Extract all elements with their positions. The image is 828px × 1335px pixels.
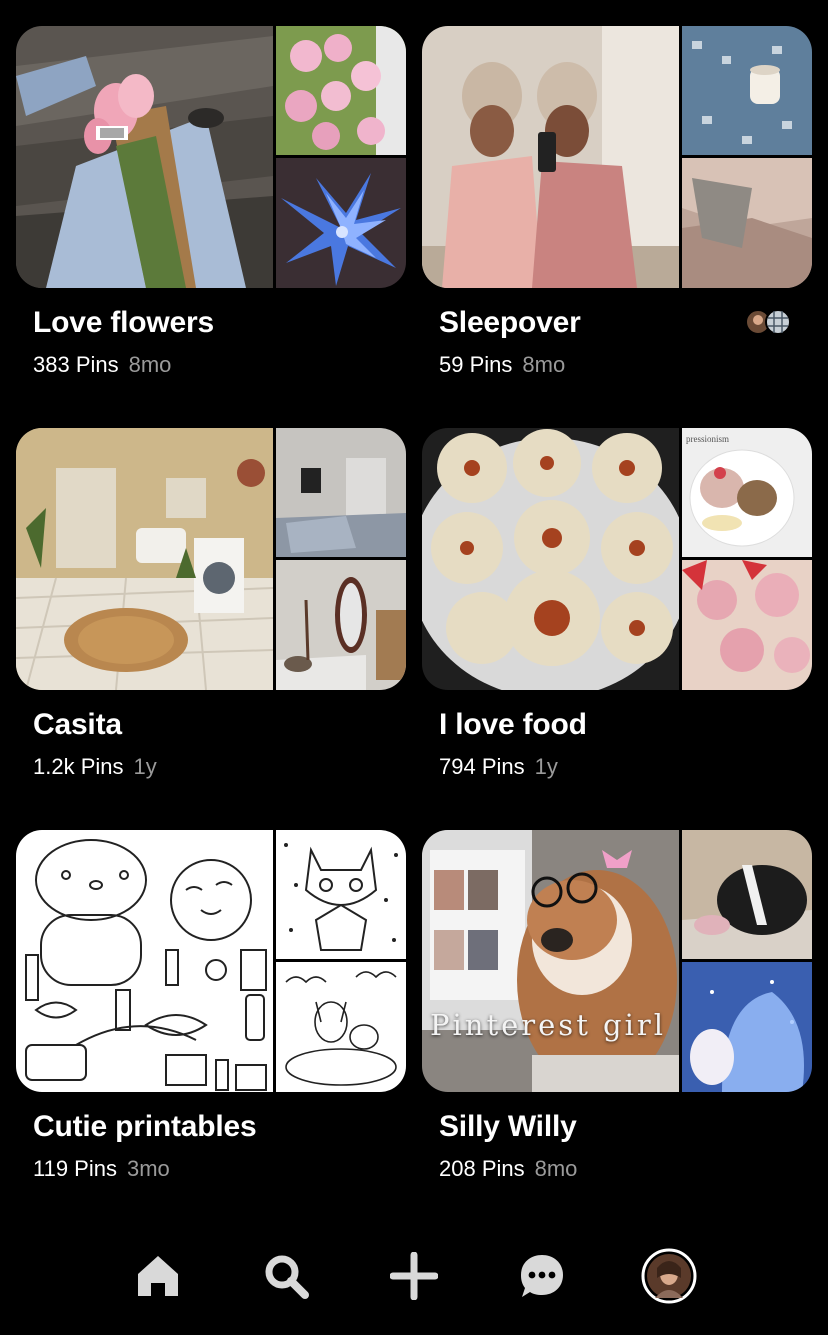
board-cutie-printables[interactable]: Cutie printables 119 Pins 3mo <box>16 830 406 1181</box>
cover-image-top-right <box>276 830 406 959</box>
pin-count: 1.2k Pins <box>33 754 124 779</box>
board-title: Casita <box>33 708 122 741</box>
plus-icon <box>390 1252 438 1300</box>
board-meta: 208 Pins 8mo <box>439 1156 577 1182</box>
tab-search[interactable] <box>258 1248 314 1304</box>
board-cover[interactable] <box>422 26 812 288</box>
cover-image-bottom-right <box>276 158 406 288</box>
cover-image-top-right <box>276 428 406 557</box>
pin-count: 208 Pins <box>439 1156 525 1181</box>
board-i-love-food[interactable]: pressionism I love food 794 Pins 1y <box>422 428 812 779</box>
board-meta: 1.2k Pins 1y <box>33 754 157 780</box>
home-icon <box>138 1256 178 1296</box>
board-cover[interactable] <box>16 26 406 288</box>
cover-image-main <box>16 830 273 1092</box>
board-title: Love flowers <box>33 306 214 339</box>
board-cover[interactable] <box>16 428 406 690</box>
cover-image-top-right <box>276 26 406 155</box>
bottom-tab-bar <box>0 1230 828 1330</box>
board-sleepover[interactable]: Sleepover 59 Pins 8mo <box>422 26 812 377</box>
cover-image-top-right <box>682 830 812 959</box>
pin-count: 59 Pins <box>439 352 513 377</box>
cover-image-main <box>16 26 273 288</box>
board-cover[interactable]: Pinterest girl <box>422 830 812 1092</box>
board-love-flowers[interactable]: Love flowers 383 Pins 8mo <box>16 26 406 377</box>
tab-messages[interactable] <box>514 1248 570 1304</box>
tab-profile[interactable] <box>641 1248 697 1304</box>
cover-image-main: Pinterest girl <box>422 830 679 1092</box>
overlay-text: pressionism <box>686 434 729 444</box>
board-cover[interactable]: pressionism <box>422 428 812 690</box>
board-title: Silly Willy <box>439 1110 577 1143</box>
board-age: 8mo <box>522 352 566 377</box>
board-meta: 383 Pins 8mo <box>33 352 171 378</box>
board-meta: 119 Pins 3mo <box>33 1156 170 1182</box>
board-meta: 794 Pins 1y <box>439 754 558 780</box>
board-title: I love food <box>439 708 587 741</box>
cover-image-bottom-right <box>682 962 812 1092</box>
avatar <box>641 1248 697 1304</box>
board-age: 3mo <box>126 1156 170 1181</box>
cover-image-bottom-right <box>682 560 812 690</box>
chat-bubble-icon <box>521 1255 563 1297</box>
cover-image-bottom-right <box>276 560 406 690</box>
cover-image-main <box>422 26 679 288</box>
collaborator-avatars[interactable] <box>744 308 794 336</box>
cover-image-bottom-right <box>276 962 406 1092</box>
search-icon <box>265 1255 309 1299</box>
board-age: 8mo <box>128 352 172 377</box>
pin-count: 119 Pins <box>33 1156 117 1181</box>
cover-image-top-right: pressionism <box>682 428 812 557</box>
cover-image-top-right <box>682 26 812 155</box>
board-silly-willy[interactable]: Pinterest girl Silly Willy 208 Pins 8mo <box>422 830 812 1181</box>
cover-image-bottom-right <box>682 158 812 288</box>
cover-image-main <box>422 428 679 690</box>
overlay-text: Pinterest girl <box>430 1008 667 1042</box>
board-casita[interactable]: Casita 1.2k Pins 1y <box>16 428 406 779</box>
board-age: 8mo <box>534 1156 578 1181</box>
pin-count: 794 Pins <box>439 754 525 779</box>
tab-home[interactable] <box>130 1248 186 1304</box>
board-age: 1y <box>133 754 157 779</box>
tab-create[interactable] <box>386 1248 442 1304</box>
pin-count: 383 Pins <box>33 352 119 377</box>
cover-image-main <box>16 428 273 690</box>
board-cover[interactable] <box>16 830 406 1092</box>
board-meta: 59 Pins 8mo <box>439 352 565 378</box>
board-title: Cutie printables <box>33 1110 257 1143</box>
board-age: 1y <box>534 754 558 779</box>
board-title: Sleepover <box>439 306 581 339</box>
